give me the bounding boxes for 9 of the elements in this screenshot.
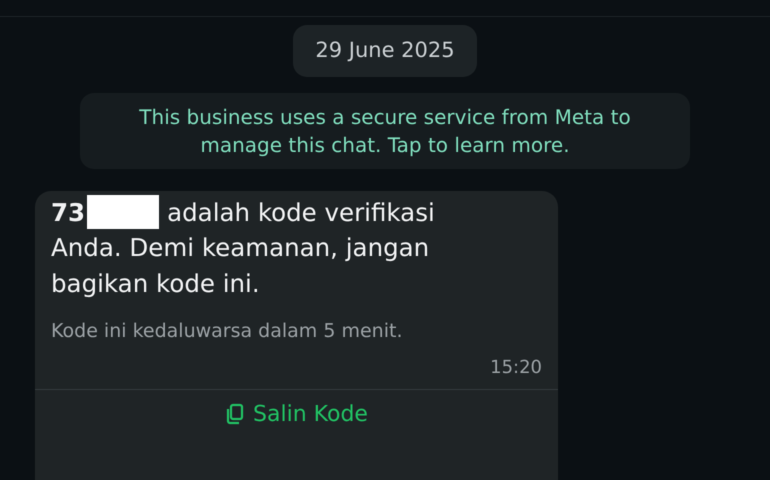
copy-icon: [225, 403, 246, 426]
message-text: adalah kode verifikasi: [167, 196, 435, 228]
date-chip: 29 June 2025: [293, 25, 477, 76]
expiry-note: Kode ini kedaluwarsa dalam 5 menit.: [51, 320, 402, 342]
copy-code-button[interactable]: Salin Kode: [35, 388, 558, 437]
message-text: Anda. Demi keamanan, jangan bagikan kode ini.: [51, 232, 430, 300]
message-time: 15:20: [490, 356, 542, 380]
business-notice[interactable]: This business uses a secure service from Meta to manage this chat. Tap to learn more.: [80, 92, 690, 168]
code-digits: 73: [51, 196, 86, 228]
